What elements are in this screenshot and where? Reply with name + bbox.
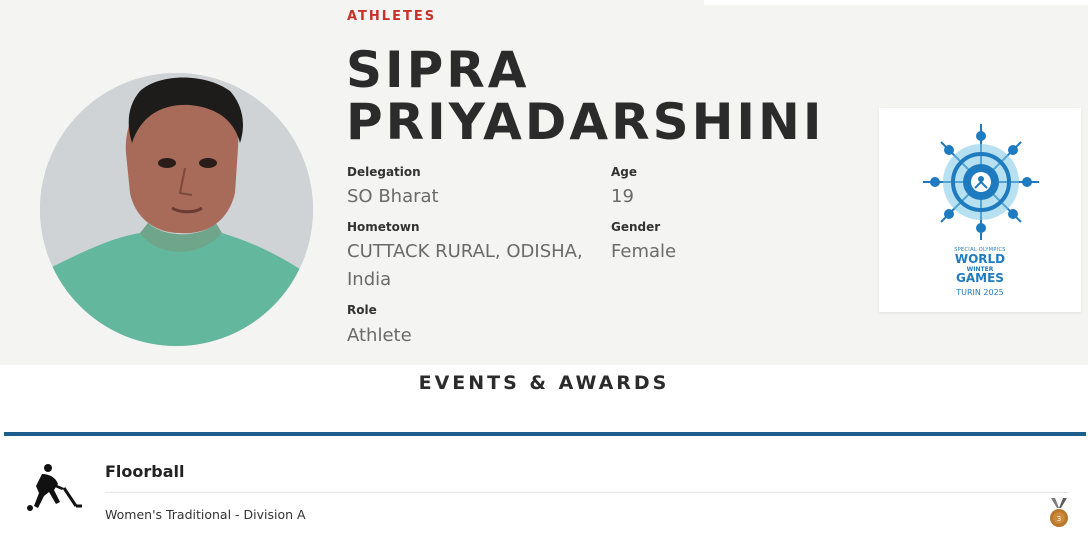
event-card[interactable]: Floorball Women's Traditional - Division… bbox=[4, 432, 1086, 548]
delegation-label: Delegation bbox=[347, 165, 421, 179]
athlete-photo-illustration bbox=[40, 73, 313, 346]
hometown-value-line1: CUTTACK RURAL, ODISHA, bbox=[347, 241, 583, 262]
hometown-value: CUTTACK RURAL, ODISHA, India bbox=[347, 238, 583, 294]
gender-label: Gender bbox=[611, 220, 661, 234]
athlete-name-line1: SIPRA bbox=[346, 41, 530, 99]
gender-value: Female bbox=[611, 241, 677, 262]
snowflake-logo-icon bbox=[923, 124, 1039, 240]
medal-rank: 3 bbox=[1057, 515, 1061, 523]
athlete-name: SIPRA PRIYADARSHINI bbox=[346, 44, 824, 148]
world-games-logo-card: SPECIAL OLYMPICS WORLD WINTER GAMES TURI… bbox=[879, 108, 1081, 312]
delegation-value: SO Bharat bbox=[347, 186, 439, 207]
hometown-label: Hometown bbox=[347, 220, 420, 234]
floorball-player-icon bbox=[27, 464, 82, 511]
event-divider bbox=[105, 492, 1069, 493]
bronze-medal-icon: 3 bbox=[1050, 498, 1068, 527]
sport-name: Floorball bbox=[105, 462, 185, 481]
section-tag[interactable]: ATHLETES bbox=[347, 9, 436, 24]
hometown-value-line2: India bbox=[347, 269, 392, 290]
logo-text-turin: TURIN 2025 bbox=[956, 288, 1004, 297]
top-strip bbox=[704, 0, 1088, 5]
role-label: Role bbox=[347, 303, 377, 317]
logo-text-games: GAMES bbox=[956, 271, 1004, 285]
age-value: 19 bbox=[611, 186, 634, 207]
athlete-photo bbox=[40, 73, 313, 346]
role-value: Athlete bbox=[347, 325, 412, 346]
athlete-name-line2: PRIYADARSHINI bbox=[346, 93, 825, 151]
event-name: Women's Traditional - Division A bbox=[105, 507, 306, 522]
logo-text-world: WORLD bbox=[954, 252, 1006, 266]
events-awards-title: EVENTS & AWARDS bbox=[418, 372, 670, 394]
age-label: Age bbox=[611, 165, 638, 179]
